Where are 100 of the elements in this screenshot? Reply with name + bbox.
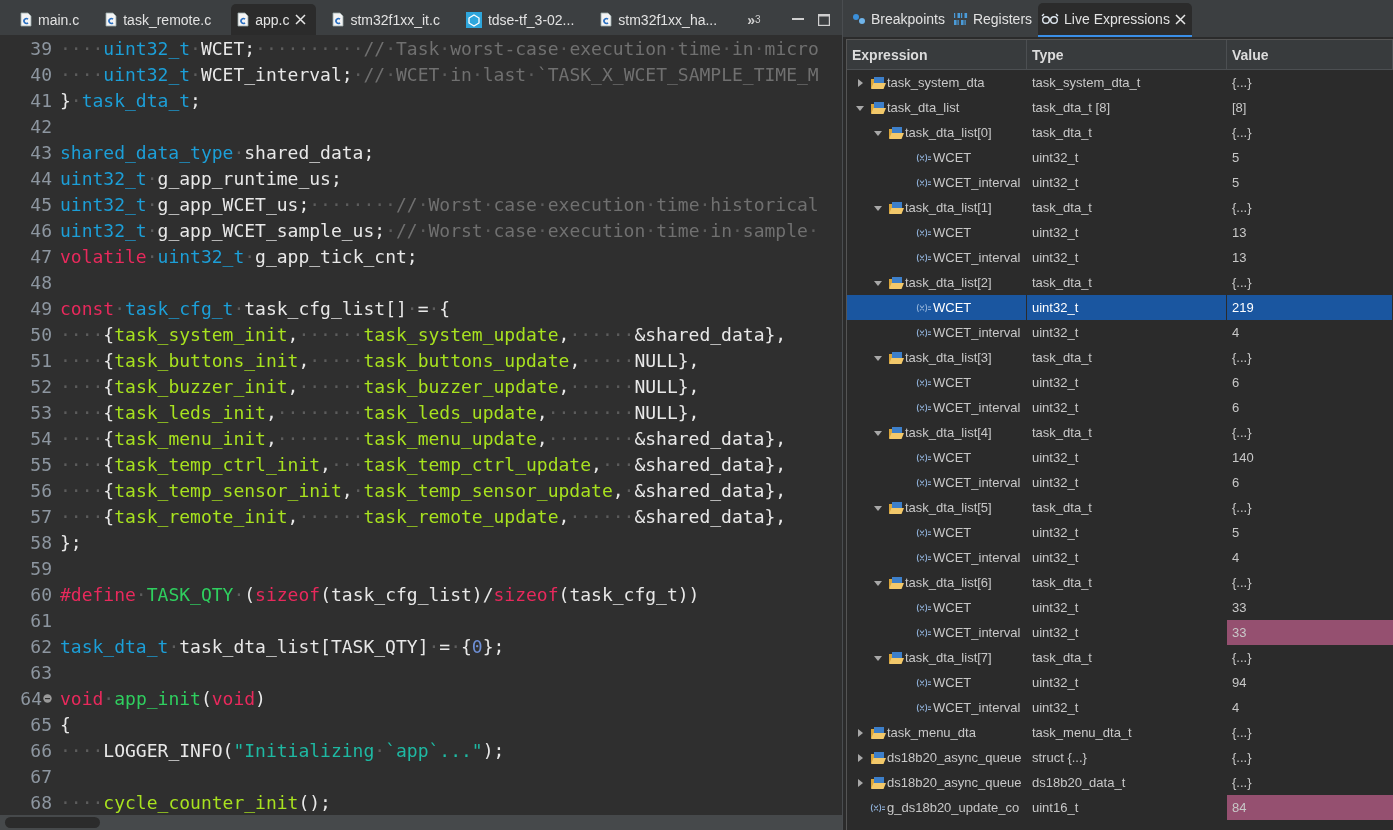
c-file-icon	[600, 12, 613, 27]
expression-name[interactable]: WCET	[933, 600, 972, 615]
folder-icon	[870, 100, 886, 115]
value-cell-text: {...}	[1231, 274, 1253, 292]
expression-name[interactable]: task_dta_list[7]	[905, 650, 992, 665]
tree-toggle-icon[interactable]	[855, 77, 865, 88]
close-icon[interactable]	[1174, 13, 1186, 25]
line-number: 62	[30, 635, 52, 657]
line-number: 54	[30, 427, 52, 449]
view-tab[interactable]: Breakpoints	[849, 3, 951, 37]
expression-name[interactable]: WCET_interval	[933, 550, 1021, 565]
column-header[interactable]: Type	[1027, 40, 1227, 69]
column-header[interactable]: Expression	[847, 40, 1027, 69]
editor-tab[interactable]: app.c	[231, 4, 317, 35]
code-line: ····uint32_t·WCET;··········//·Task·worst-case·execution·time·in·micro	[60, 37, 819, 59]
line-number: 49	[30, 297, 52, 319]
fold-icon[interactable]	[43, 693, 52, 703]
type-cell-text: uint32_t	[1031, 399, 1080, 417]
variable-icon	[916, 677, 932, 688]
editor-tab[interactable]: tdse-tf_3-02...	[459, 4, 585, 35]
expression-name[interactable]: WCET	[933, 300, 972, 315]
value-cell-text: 5	[1231, 149, 1241, 167]
variable-icon	[916, 402, 932, 413]
tree-toggle-icon[interactable]	[855, 727, 865, 738]
folder-icon	[870, 775, 886, 790]
maximize-icon[interactable]	[818, 13, 830, 26]
code-line: ····{task_temp_sensor_init,·task_temp_sensor_update,·&shared_data},	[60, 479, 787, 501]
type-cell-text: uint32_t	[1031, 699, 1080, 717]
value-cell-text: 13	[1231, 249, 1248, 267]
editor-tab[interactable]: main.c	[14, 4, 90, 35]
view-tab[interactable]: Live Expressions	[1038, 3, 1192, 37]
close-icon[interactable]	[295, 14, 307, 25]
type-cell-text: task_dta_t	[1031, 124, 1093, 142]
type-cell-text: task_menu_dta_t	[1031, 724, 1133, 742]
expression-name[interactable]: WCET	[933, 675, 972, 690]
expression-name[interactable]: task_dta_list[2]	[905, 275, 992, 290]
expression-name[interactable]: WCET_interval	[933, 625, 1021, 640]
expression-name[interactable]: task_system_dta	[887, 75, 985, 90]
expression-name[interactable]: WCET_interval	[933, 475, 1021, 490]
expression-name[interactable]: WCET	[933, 375, 972, 390]
expression-name[interactable]: task_menu_dta	[887, 725, 976, 740]
value-cell-text: {...}	[1231, 574, 1253, 592]
type-cell-text: task_dta_t	[1031, 349, 1093, 367]
value-cell-text: 4	[1231, 699, 1241, 717]
tree-toggle-icon[interactable]	[855, 777, 865, 788]
variable-icon	[916, 227, 932, 238]
value-cell-text: {...}	[1231, 124, 1253, 142]
scrollbar-thumb[interactable]	[5, 817, 100, 828]
line-number: 60	[30, 583, 52, 605]
folder-icon	[888, 350, 904, 365]
value-cell-text: {...}	[1231, 724, 1253, 742]
expression-name[interactable]: WCET_interval	[933, 325, 1021, 340]
expression-name[interactable]: WCET_interval	[933, 700, 1021, 715]
code-line: const·task_cfg_t·task_cfg_list[]·=·{	[60, 297, 451, 319]
expression-name[interactable]: WCET	[933, 450, 972, 465]
expression-name[interactable]: task_dta_list[0]	[905, 125, 992, 140]
expression-name[interactable]: WCET_interval	[933, 250, 1021, 265]
code-line: ····{task_buttons_init,·····task_buttons_update,·····NULL},	[60, 349, 700, 371]
type-cell-text: task_system_dta_t	[1031, 74, 1142, 92]
editor-tab[interactable]: stm32f1xx_ha...	[594, 4, 728, 35]
value-cell-text: 140	[1231, 449, 1255, 467]
expression-name[interactable]: task_dta_list	[887, 100, 960, 115]
line-number: 55	[30, 453, 52, 475]
code-line: ····cycle_counter_init();	[60, 791, 331, 813]
expression-name[interactable]: ds18b20_async_queue	[887, 750, 1022, 765]
expression-name[interactable]: ds18b20_async_queue	[887, 775, 1022, 790]
type-cell-text: uint16_t	[1031, 799, 1080, 817]
code-line: uint32_t·g_app_runtime_us;	[60, 167, 342, 189]
expression-name[interactable]: WCET_interval	[933, 400, 1021, 415]
column-header[interactable]: Value	[1227, 40, 1393, 69]
tree-toggle-icon[interactable]	[855, 752, 865, 763]
expression-name[interactable]: task_dta_list[4]	[905, 425, 992, 440]
expression-name[interactable]: g_ds18b20_update_co	[887, 800, 1020, 815]
expression-name[interactable]: task_dta_list[5]	[905, 500, 992, 515]
line-number: 46	[30, 219, 52, 241]
type-cell-text: task_dta_t	[1031, 199, 1093, 217]
variable-icon	[916, 527, 932, 538]
view-tab[interactable]: Registers	[950, 3, 1039, 37]
code-line: ····uint32_t·WCET_interval;·//·WCET·in·last·`TASK_X_WCET_SAMPLE_TIME_M	[60, 63, 819, 85]
type-cell-text: task_dta_t	[1031, 274, 1093, 292]
editor-tab[interactable]: stm32f1xx_it.c	[326, 4, 450, 35]
folder-icon	[888, 125, 904, 140]
line-number: 44	[30, 167, 52, 189]
expression-name[interactable]: task_dta_list[3]	[905, 350, 992, 365]
expression-name[interactable]: WCET	[933, 150, 972, 165]
editor-tab[interactable]: task_remote.c	[99, 4, 222, 35]
folder-icon	[870, 750, 886, 765]
expression-name[interactable]: WCET	[933, 525, 972, 540]
folder-icon	[888, 275, 904, 290]
expression-name[interactable]: task_dta_list[6]	[905, 575, 992, 590]
variable-icon	[916, 327, 932, 338]
folder-icon	[888, 200, 904, 215]
line-number: 51	[30, 349, 52, 371]
expression-name[interactable]: WCET	[933, 225, 972, 240]
line-number: 58	[30, 531, 52, 553]
value-cell-text: {...}	[1231, 424, 1253, 442]
expression-name[interactable]: WCET_interval	[933, 175, 1021, 190]
folder-icon	[888, 500, 904, 515]
line-number: 68	[30, 791, 52, 813]
expression-name[interactable]: task_dta_list[1]	[905, 200, 992, 215]
